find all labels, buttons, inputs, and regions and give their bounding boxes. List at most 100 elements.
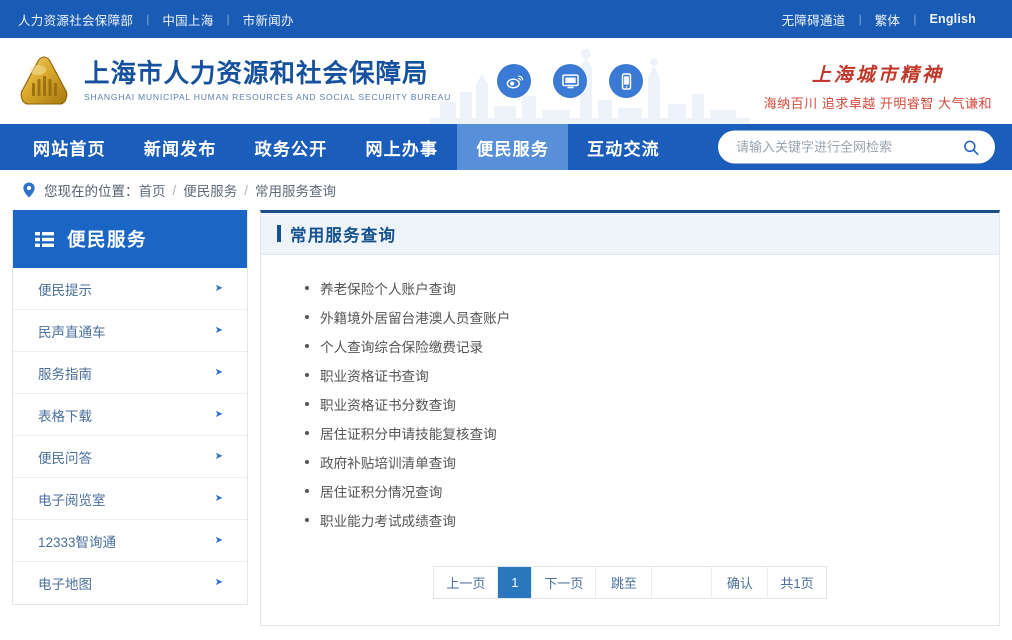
bullet-icon [305, 401, 309, 406]
topbar-link-china-shanghai[interactable]: 中国上海 [162, 10, 213, 29]
top-utility-bar: 人力资源社会保障部 | 中国上海 | 市新闻办 无障碍通道 | 繁体 | Eng… [0, 0, 1012, 38]
search-icon [964, 140, 979, 155]
breadcrumb: 您现在的位置： 首页 / 便民服务 / 常用服务查询 [0, 170, 1012, 210]
topbar-link-ministry[interactable]: 人力资源社会保障部 [18, 10, 133, 29]
service-label: 居住证积分申请技能复核查询 [320, 426, 497, 442]
nav-item-interaction[interactable]: 互动交流 [568, 124, 679, 170]
search-button[interactable] [959, 135, 983, 159]
service-label: 个人查询综合保险缴费记录 [320, 339, 484, 355]
sidebar-item-label: 12333智询通 [38, 534, 117, 550]
arrow-right-icon: ➤ [214, 282, 223, 294]
nav-item-online-service[interactable]: 网上办事 [346, 124, 457, 170]
sidebar-item-e-reading-room[interactable]: 电子阅览室 ➤ [13, 478, 247, 520]
search-input[interactable] [736, 139, 959, 155]
bullet-icon [305, 314, 309, 319]
arrow-right-icon: ➤ [214, 450, 223, 462]
breadcrumb-item-current[interactable]: 常用服务查询 [255, 180, 336, 200]
city-spirit-block: 上海城市精神 海纳百川 追求卓越 开明睿智 大气谦和 [764, 60, 992, 112]
pager-group: 上一页 1 下一页 跳至 确认 共1页 [433, 566, 827, 599]
topbar-link-traditional-chinese[interactable]: 繁体 [875, 10, 901, 29]
topbar-left-links: 人力资源社会保障部 | 中国上海 | 市新闻办 [18, 10, 294, 29]
list-item[interactable]: 外籍境外居留台港澳人员查账户 [261, 302, 999, 331]
topbar-separator: | [858, 12, 862, 26]
sidebar-item-service-guide[interactable]: 服务指南 ➤ [13, 352, 247, 394]
nav-item-government-affairs[interactable]: 政务公开 [236, 124, 347, 170]
pagination-jump-input[interactable] [652, 567, 713, 598]
topbar-right-links: 无障碍通道 | 繁体 | English [782, 10, 976, 29]
service-label: 养老保险个人账户查询 [320, 281, 456, 297]
bullet-icon [305, 430, 309, 435]
list-item[interactable]: 个人查询综合保险缴费记录 [261, 331, 999, 360]
desktop-icon[interactable] [553, 64, 587, 98]
title-accent-bar [277, 225, 281, 242]
pagination-confirm-button[interactable]: 确认 [712, 567, 769, 598]
pagination-jump-label: 跳至 [596, 567, 653, 598]
sidebar-item-label: 民声直通车 [38, 324, 106, 340]
brand-title-cn: 上海市人力资源和社会保障局 [84, 58, 429, 89]
sidebar-item-tips[interactable]: 便民提示 ➤ [13, 268, 247, 310]
arrow-right-icon: ➤ [214, 534, 223, 546]
sidebar-item-faq[interactable]: 便民问答 ➤ [13, 436, 247, 478]
topbar-separator: | [226, 12, 230, 26]
content-header: 常用服务查询 [261, 213, 999, 255]
shield-emblem-icon [20, 56, 68, 105]
main-navigation: 网站首页 新闻发布 政务公开 网上办事 便民服务 互动交流 [0, 124, 1012, 170]
sidebar-item-label: 电子地图 [38, 577, 92, 592]
city-spirit-subtitle: 海纳百川 追求卓越 开明睿智 大气谦和 [763, 96, 992, 111]
topbar-link-press-office[interactable]: 市新闻办 [243, 10, 294, 29]
breadcrumb-separator: / [244, 182, 249, 198]
page-layout: 便民服务 便民提示 ➤ 民声直通车 ➤ 服务指南 ➤ 表格下载 ➤ 便民问答 ➤… [0, 210, 1012, 626]
sidebar-item-voice-express[interactable]: 民声直通车 ➤ [13, 310, 247, 352]
list-item[interactable]: 养老保险个人账户查询 [261, 273, 999, 302]
pagination-page-1[interactable]: 1 [498, 567, 533, 598]
list-item[interactable]: 职业资格证书查询 [261, 360, 999, 389]
sidebar-item-label: 服务指南 [38, 366, 92, 382]
bullet-icon [305, 285, 309, 290]
weibo-glyph-icon [506, 74, 523, 88]
list-item[interactable]: 职业资格证书分数查询 [261, 389, 999, 418]
topbar-link-english[interactable]: English [929, 12, 976, 26]
breadcrumb-item-home[interactable]: 首页 [139, 180, 166, 200]
arrow-right-icon: ➤ [214, 577, 223, 588]
breadcrumb-label: 您现在的位置： [44, 184, 139, 199]
brand-title-en: SHANGHAI MUNICIPAL HUMAN RESOURCES AND S… [84, 92, 452, 103]
service-list: 养老保险个人账户查询 外籍境外居留台港澳人员查账户 个人查询综合保险缴费记录 职… [261, 255, 999, 544]
bullet-icon [305, 372, 309, 377]
menu-list-glyph-icon [35, 231, 54, 247]
site-brand[interactable]: 上海市人力资源和社会保障局 SHANGHAI MUNICIPAL HUMAN R… [0, 53, 451, 109]
bullet-icon [305, 459, 309, 464]
list-item[interactable]: 居住证积分申请技能复核查询 [261, 418, 999, 447]
sidebar-item-form-download[interactable]: 表格下载 ➤ [13, 394, 247, 436]
nav-item-home[interactable]: 网站首页 [14, 124, 125, 170]
service-label: 政府补贴培训清单查询 [320, 455, 456, 471]
arrow-right-icon: ➤ [214, 366, 223, 378]
list-item[interactable]: 居住证积分情况查询 [261, 476, 999, 505]
topbar-link-accessibility[interactable]: 无障碍通道 [782, 10, 846, 29]
breadcrumb-item-public-service[interactable]: 便民服务 [183, 180, 237, 200]
service-label: 职业资格证书分数查询 [320, 397, 456, 413]
sidebar-item-12333-hotline[interactable]: 12333智询通 ➤ [13, 520, 247, 562]
social-links [497, 64, 643, 98]
bullet-icon [305, 343, 309, 348]
nav-item-list: 网站首页 新闻发布 政务公开 网上办事 便民服务 互动交流 [0, 124, 679, 170]
service-label: 外籍境外居留台港澳人员查账户 [320, 310, 511, 326]
list-item[interactable]: 职业能力考试成绩查询 [261, 505, 999, 534]
page-title: 常用服务查询 [290, 226, 397, 245]
topbar-separator: | [913, 12, 917, 26]
pagination-prev-button[interactable]: 上一页 [434, 567, 499, 598]
service-label: 居住证积分情况查询 [320, 484, 443, 500]
nav-item-news[interactable]: 新闻发布 [125, 124, 236, 170]
mobile-icon[interactable] [609, 64, 643, 98]
weibo-icon[interactable] [497, 64, 531, 98]
pagination-next-button[interactable]: 下一页 [532, 567, 597, 598]
location-pin-icon [22, 182, 36, 198]
sidebar-item-label: 表格下载 [38, 408, 92, 424]
pagination-total-pages: 共1页 [768, 567, 826, 598]
desktop-glyph-icon [561, 73, 579, 88]
nav-item-public-service[interactable]: 便民服务 [457, 124, 569, 170]
content-panel: 常用服务查询 养老保险个人账户查询 外籍境外居留台港澳人员查账户 个人查询综合保… [260, 210, 1000, 626]
topbar-separator: | [146, 12, 150, 26]
list-item[interactable]: 政府补贴培训清单查询 [261, 447, 999, 476]
mobile-glyph-icon [621, 72, 631, 90]
sidebar-item-e-map[interactable]: 电子地图 ➤ [13, 562, 247, 604]
